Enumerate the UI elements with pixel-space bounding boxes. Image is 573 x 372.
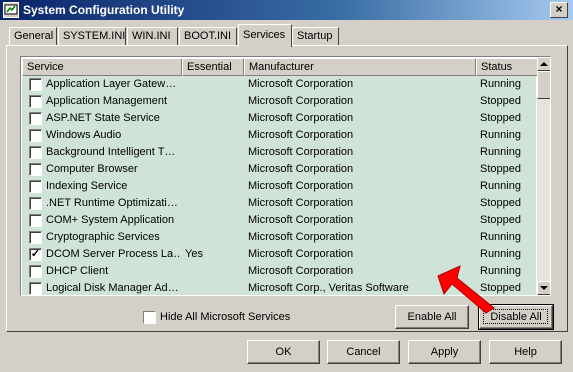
service-name: DCOM Server Process La… (46, 248, 180, 260)
tab-boot-ini[interactable]: BOOT.INI (179, 27, 237, 46)
service-checkbox[interactable] (29, 197, 42, 210)
service-checkbox[interactable] (29, 231, 42, 244)
scroll-up-button[interactable] (537, 57, 550, 71)
service-status: Stopped (480, 197, 521, 209)
scroll-down-button[interactable] (537, 281, 550, 295)
service-checkbox[interactable] (29, 214, 42, 227)
tab-startup[interactable]: Startup (292, 27, 339, 46)
service-status: Running (480, 78, 521, 90)
service-row[interactable]: ✓ DCOM Server Process La… Yes Microsoft Cor… (22, 246, 536, 263)
service-checkbox[interactable] (29, 78, 42, 91)
service-status: Running (480, 129, 521, 141)
service-checkbox[interactable] (29, 282, 42, 295)
column-header-manufacturer[interactable]: Manufacturer (244, 58, 476, 76)
service-name: Computer Browser (46, 163, 138, 175)
service-manufacturer: Microsoft Corporation (248, 129, 354, 141)
service-name: COM+ System Application (46, 214, 175, 226)
ok-button[interactable]: OK (247, 340, 320, 364)
service-name: Cryptographic Services (46, 231, 160, 243)
apply-button[interactable]: Apply (408, 340, 481, 364)
tab-services[interactable]: Services (238, 24, 292, 47)
service-name: ASP.NET State Service (46, 112, 160, 124)
column-header-status[interactable]: Status (476, 58, 538, 76)
service-status: Running (480, 231, 521, 243)
service-row[interactable]: Application Layer Gatew… Microsoft Corpor… (22, 76, 536, 93)
red-arrow-icon (437, 265, 495, 314)
service-checkbox[interactable] (29, 129, 42, 142)
list-body: Application Layer Gatew… Microsoft Corpor… (22, 76, 536, 295)
service-checkbox[interactable] (29, 180, 42, 193)
service-essential: Yes (185, 248, 203, 260)
service-name: Logical Disk Manager Ad… (46, 282, 179, 294)
service-row[interactable]: Indexing Service Microsoft Corporation Run… (22, 178, 536, 195)
hide-ms-services-checkbox[interactable] (143, 311, 156, 324)
service-row[interactable]: ASP.NET State Service Microsoft Corporati… (22, 110, 536, 127)
arrow-up-icon (540, 62, 548, 66)
title-bar[interactable]: System Configuration Utility × (0, 0, 573, 20)
column-header-essential[interactable]: Essential (182, 58, 244, 76)
service-status: Stopped (480, 112, 521, 124)
service-manufacturer: Microsoft Corporation (248, 95, 354, 107)
service-manufacturer: Microsoft Corporation (248, 248, 354, 260)
service-manufacturer: Microsoft Corporation (248, 180, 354, 192)
list-header: Service Essential Manufacturer Status (22, 58, 538, 76)
service-status: Running (480, 146, 521, 158)
scroll-thumb[interactable] (537, 71, 550, 99)
hide-ms-services-label: Hide All Microsoft Services (160, 311, 291, 323)
service-status: Stopped (480, 163, 521, 175)
services-list[interactable]: Service Essential Manufacturer Status Ap… (20, 56, 551, 296)
service-checkbox[interactable] (29, 265, 42, 278)
service-checkbox[interactable]: ✓ (29, 248, 42, 261)
service-status: Running (480, 180, 521, 192)
service-name: Indexing Service (46, 180, 128, 192)
vertical-scrollbar[interactable] (537, 57, 550, 295)
service-row[interactable]: .NET Runtime Optimizati… Microsoft Corpor… (22, 195, 536, 212)
service-row[interactable]: Application Management Microsoft Corporat… (22, 93, 536, 110)
service-row[interactable]: COM+ System Application Microsoft Corpora… (22, 212, 536, 229)
msconfig-icon (3, 2, 19, 18)
service-manufacturer: Microsoft Corporation (248, 231, 354, 243)
tab-win-ini[interactable]: WIN.INI (127, 27, 178, 46)
service-name: Application Management (46, 95, 168, 107)
service-row[interactable]: Cryptographic Services Microsoft Corporat… (22, 229, 536, 246)
service-checkbox[interactable] (29, 163, 42, 176)
service-row[interactable]: Computer Browser Microsoft Corporation Sto… (22, 161, 536, 178)
service-manufacturer: Microsoft Corporation (248, 146, 354, 158)
close-icon: × (555, 2, 563, 16)
close-button[interactable]: × (550, 2, 568, 18)
service-name: Background Intelligent T… (46, 146, 176, 158)
service-row[interactable]: Background Intelligent T… Microsoft Corpo… (22, 144, 536, 161)
service-name: DHCP Client (46, 265, 109, 277)
help-button[interactable]: Help (489, 340, 562, 364)
service-status: Stopped (480, 214, 521, 226)
tab-general[interactable]: General (9, 27, 57, 46)
service-checkbox[interactable] (29, 146, 42, 159)
service-manufacturer: Microsoft Corporation (248, 197, 354, 209)
service-manufacturer: Microsoft Corporation (248, 214, 354, 226)
service-manufacturer: Microsoft Corporation (248, 78, 354, 90)
service-name: Windows Audio (46, 129, 122, 141)
service-checkbox[interactable] (29, 112, 42, 125)
arrow-down-icon (540, 286, 548, 290)
service-row[interactable]: Windows Audio Microsoft Corporation Runnin… (22, 127, 536, 144)
service-manufacturer: Microsoft Corporation (248, 112, 354, 124)
cancel-button[interactable]: Cancel (327, 340, 400, 364)
service-status: Running (480, 248, 521, 260)
service-manufacturer: Microsoft Corporation (248, 163, 354, 175)
column-header-service[interactable]: Service (22, 58, 182, 76)
window-title: System Configuration Utility (23, 3, 185, 17)
service-status: Stopped (480, 95, 521, 107)
tab-system-ini[interactable]: SYSTEM.INI (58, 27, 126, 46)
service-name: Application Layer Gatew… (46, 78, 177, 90)
service-name: .NET Runtime Optimizati… (46, 197, 178, 209)
service-checkbox[interactable] (29, 95, 42, 108)
